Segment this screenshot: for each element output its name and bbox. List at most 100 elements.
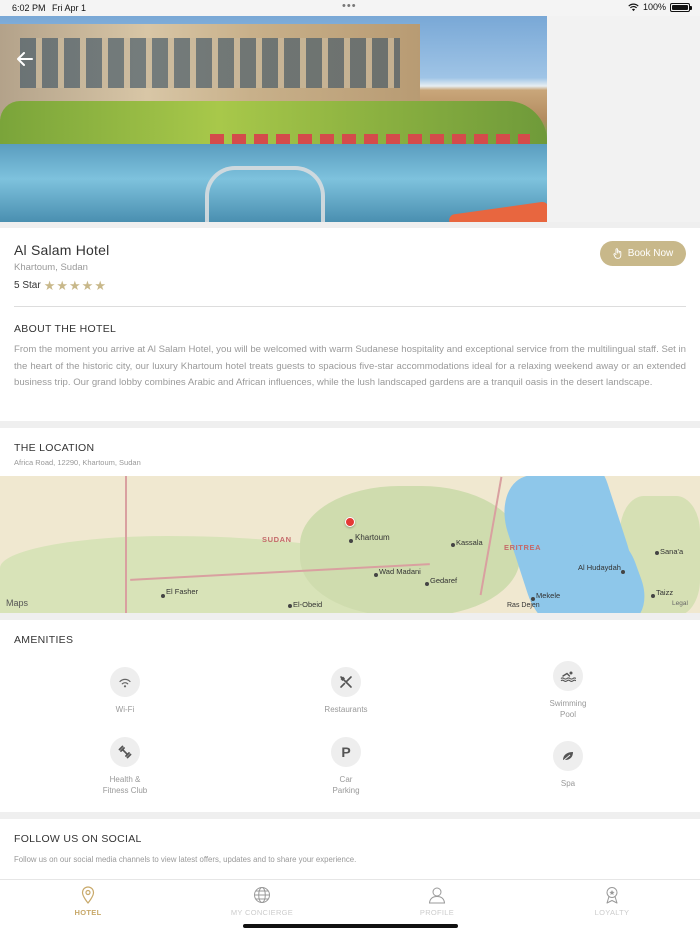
map-dot [349, 539, 353, 543]
status-date: Fri Apr 1 [52, 3, 87, 13]
about-title: ABOUT THE HOTEL [14, 323, 117, 335]
amenity-label-line1: Swimming [549, 699, 587, 708]
maps-logo: Maps [6, 598, 28, 608]
amenity-label: Spa [560, 779, 576, 788]
hand-pointer-icon [613, 248, 621, 259]
amenity-label-line2: Parking [332, 786, 360, 795]
map-label-al-hudaydah: Al Hudaydah [578, 563, 621, 572]
map-label-mekele: Mekele [536, 591, 561, 600]
hotel-name: Al Salam Hotel [14, 242, 110, 258]
hotel-info-card: Al Salam Hotel Khartoum, Sudan 5 Star ★ ★… [0, 228, 700, 421]
map-dot [655, 551, 659, 555]
amenity-parking: P Car Parking [286, 737, 406, 796]
back-arrow-icon[interactable] [12, 46, 38, 72]
parking-icon: P [331, 737, 361, 767]
location-title: THE LOCATION [14, 442, 95, 454]
battery-percent: 100% [642, 2, 666, 12]
star-label: 5 Star [14, 280, 41, 291]
restaurant-icon [331, 667, 361, 697]
amenity-label-line2: Fitness Club [102, 786, 148, 795]
location-map[interactable]: SUDAN ERITREA Khartoum Kassala Wad Madan… [0, 476, 700, 613]
map-label-sudan: SUDAN [262, 535, 292, 544]
map-label-wad-madani: Wad Madani [379, 567, 421, 576]
tab-my-concierge[interactable]: MY CONCIERGE [217, 884, 307, 917]
map-dot [161, 594, 165, 598]
amenity-label-line2: Pool [559, 710, 576, 719]
battery-icon [670, 2, 692, 12]
social-title: FOLLOW US ON SOCIAL [14, 833, 142, 845]
status-right: 100% [628, 2, 692, 12]
map-dot [621, 570, 625, 574]
map-label-taizz: Taizz [656, 588, 674, 597]
empty-pane [547, 16, 700, 222]
award-icon [567, 884, 657, 906]
home-indicator[interactable] [243, 924, 458, 928]
social-text: Follow us on our social media channels t… [14, 855, 357, 864]
amenity-label: Wi-Fi [115, 705, 135, 714]
amenity-label-line1: Car [339, 775, 353, 784]
book-now-label: Book Now [627, 248, 674, 259]
star-icon: ★ [56, 277, 68, 293]
tab-profile[interactable]: PROFILE [392, 884, 482, 917]
star-rating: ★ ★ ★ ★ ★ [43, 277, 106, 293]
map-dot [531, 597, 535, 601]
map-label-ras-dejen: Ras Dejen [507, 602, 540, 609]
fitness-icon [110, 737, 140, 767]
location-pin-icon [43, 884, 133, 906]
amenity-label: Restaurants [324, 705, 368, 714]
amenities-title: AMENITIES [14, 634, 74, 646]
map-label-eritrea: ERITREA [504, 543, 542, 552]
amenity-swimming-pool: Swimming Pool [508, 661, 628, 720]
hotel-city: Khartoum, Sudan [14, 262, 88, 273]
map-label-khartoum: Khartoum [355, 533, 390, 542]
tab-loyalty[interactable]: LOYALTY [567, 884, 657, 917]
map-legal-link[interactable]: Legal [672, 600, 688, 607]
status-time: 6:02 PM [12, 3, 46, 13]
amenity-wifi: Wi-Fi [65, 667, 185, 715]
location-card: THE LOCATION Africa Road, 12290, Khartou… [0, 428, 700, 613]
star-icon: ★ [43, 277, 56, 293]
map-label-sanaa: Sana'a [660, 547, 684, 556]
map-dot [288, 604, 292, 608]
star-icon: ★ [94, 277, 106, 293]
status-bar: 6:02 PM Fri Apr 1 ••• 100% [0, 0, 700, 16]
tab-label: MY CONCIERGE [230, 908, 294, 917]
hotel-rating: 5 Star ★ ★ ★ ★ ★ [14, 277, 106, 293]
about-text: From the moment you arrive at Al Salam H… [14, 344, 686, 388]
divider [14, 306, 686, 307]
maps-logo-label: Maps [6, 598, 29, 608]
map-label-gedaref: Gedaref [430, 576, 458, 585]
map-dot [451, 543, 455, 547]
hotel-hero-image [0, 16, 547, 222]
location-pin-marker[interactable] [345, 517, 355, 527]
wifi-icon [110, 667, 140, 697]
star-icon: ★ [69, 277, 81, 293]
tab-label: PROFILE [419, 908, 455, 917]
globe-icon [217, 884, 307, 906]
amenity-label: Swimming Pool [508, 698, 628, 720]
map-label-el-obeid: El-Obeid [293, 600, 323, 609]
tab-label: LOYALTY [594, 908, 630, 917]
map-dot [374, 573, 378, 577]
amenity-label: Health & Fitness Club [65, 774, 185, 796]
amenities-card: AMENITIES Wi-Fi Restaurants Swimming Pool… [0, 620, 700, 812]
user-icon [392, 884, 482, 906]
multitasking-dots-icon[interactable]: ••• [342, 0, 357, 12]
location-address: Africa Road, 12290, Khartoum, Sudan [14, 458, 141, 467]
book-now-button[interactable]: Book Now [600, 241, 686, 266]
swimming-icon [553, 661, 583, 691]
amenity-label-line1: Health & [109, 775, 141, 784]
tab-hotel[interactable]: HOTEL [43, 884, 133, 917]
map-label-kassala: Kassala [456, 538, 483, 547]
star-icon: ★ [81, 277, 94, 293]
map-dot [425, 582, 429, 586]
map-label-el-fasher: El Fasher [166, 587, 199, 596]
amenity-spa: Spa [508, 741, 628, 789]
map-dot [651, 594, 655, 598]
amenity-restaurants: Restaurants [286, 667, 406, 715]
amenity-fitness: Health & Fitness Club [65, 737, 185, 796]
spa-icon [553, 741, 583, 771]
amenity-label: Car Parking [286, 774, 406, 796]
wifi-status-icon [628, 3, 639, 11]
social-card: FOLLOW US ON SOCIAL Follow us on our soc… [0, 819, 700, 879]
